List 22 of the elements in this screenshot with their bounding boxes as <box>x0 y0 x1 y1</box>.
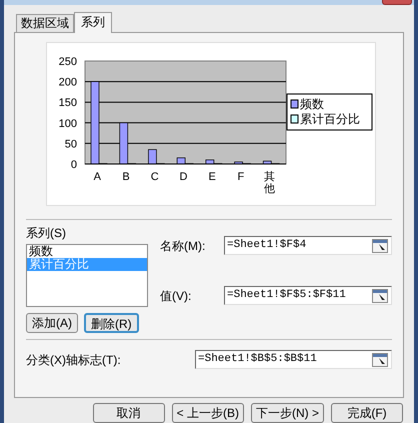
category-label: C <box>150 171 159 183</box>
axis-tick-label: 150 <box>58 97 77 110</box>
axis-tick-label: 0 <box>70 159 77 171</box>
axis-tick-label: 250 <box>58 56 77 68</box>
category-label: D <box>180 171 188 183</box>
category-label: F <box>238 171 244 183</box>
series-label: 系列(S) <box>26 225 67 242</box>
field-value: =Sheet1!$F$4 <box>227 238 306 254</box>
legend-label: 频数 <box>300 97 324 111</box>
category-label: A <box>94 171 102 183</box>
field-value: =Sheet1!$B$5:$B$11 <box>198 352 317 368</box>
axis-tick-label: 200 <box>58 76 77 89</box>
field-value: =Sheet1!$F$5:$F$11 <box>227 288 346 304</box>
category-label: E <box>208 171 216 183</box>
axis-tick-label: 100 <box>58 118 77 130</box>
category-axis-label: 分类(X)轴标志(T): <box>26 352 121 368</box>
name-label: 名称(M): <box>160 238 206 254</box>
values-label: 值(V): <box>160 288 192 304</box>
category-label: 其他 <box>264 171 276 195</box>
category-label: B <box>122 171 130 183</box>
legend-label: 累计百分比 <box>300 112 360 126</box>
axis-tick-label: 50 <box>64 138 77 150</box>
